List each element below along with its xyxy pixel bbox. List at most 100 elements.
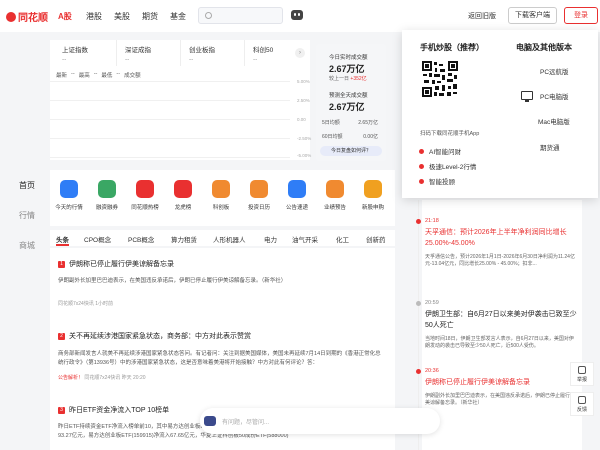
pc-title: 电脑及其他版本 [516,43,572,52]
search-input[interactable] [198,7,283,24]
announcement-icon [288,180,306,198]
sidenav-item-mall[interactable]: 商城 [19,240,49,251]
quick-entry-dragon-tiger[interactable]: 龙虎榜 [162,180,204,211]
sidenav-item-home[interactable]: 首页 [19,180,49,191]
quick-entry-announcements[interactable]: 公告速递 [276,180,318,211]
quick-entry-label: 科创板 [212,205,230,211]
live-body: 伊朗副外长加里巴巴迪表示，在美国违反承诺后，伊朗已停止履行伊美谅解备忘录。（新华… [425,392,576,407]
live-item[interactable]: 21:18 天孚通信：预计2026年上半年净利润同比增长25.00%-45.00… [425,218,577,269]
news-title-text: 伊朗称已停止履行伊美谅解备忘录 [69,261,174,268]
tab-power[interactable]: 电力 [264,234,277,244]
news-body: 伊朗副外长加里巴巴迪表示，在美国违反承诺后，伊朗已停止履行伊美谅解备忘录。（新华… [58,278,287,284]
news-tag[interactable]: 公告解析！ [58,375,83,381]
tab-innovative-drugs[interactable]: 创新药 [366,234,386,244]
compare-value: +352亿 [350,76,367,82]
margin-icon [98,180,116,198]
report-button[interactable]: 举报 [570,362,594,386]
feature-label: 极速Level-2行情 [429,164,477,171]
timeline-dot [416,369,421,374]
live-item[interactable]: 20:36 伊朗称已停止履行伊美谅解备忘录 伊朗副外长加里巴巴迪表示，在美国违反… [425,368,577,408]
grid-line [50,81,290,82]
quick-entry-label: 投资日历 [247,205,270,211]
hot-list-icon [136,180,154,198]
index-name[interactable]: 深证成指 [125,44,151,54]
live-title: 伊朗卫生部：自6月27日以来美对伊袭击已致至少50人死亡 [425,311,577,329]
quick-entry-earnings-preview[interactable]: 业绩预告 [314,180,356,211]
tab-pcb[interactable]: PCB概念 [128,234,154,244]
pc-version-link[interactable]: PC电脑版 [540,91,569,101]
chevron-right-icon[interactable]: › [295,48,305,58]
feature-item: 智能投顾 [419,176,455,186]
live-title: 天孚通信：预计2026年上半年净利润同比增长25.00%-45.00% [425,229,567,247]
search-icon [205,12,212,19]
news-title: 2 关不再延续涉港国家紧急状态，商务部：中方对此表示赞赏 [58,331,383,341]
index-value: -- [253,56,258,63]
calendar-icon [250,180,268,198]
rank-badge: 2 [58,332,65,340]
logo-text: 同花顺 [18,13,48,24]
sidenav-item-quotes[interactable]: 行情 [19,210,49,221]
index-name[interactable]: 科创50 [253,44,273,54]
quick-entry-calendar[interactable]: 投资日历 [238,180,280,211]
timeline-dot [416,219,421,224]
login-button[interactable]: 登录 [564,7,598,24]
nav-us-stocks[interactable]: 美股 [114,11,142,22]
turnover-card: 今日实时成交额 2.67万亿 较上一日 +352亿 预测全天成交额 2.67万亿… [316,44,386,161]
ask-placeholder: 有问题，尽管问... [222,420,270,426]
index-name[interactable]: 上证指数 [62,44,88,54]
qr-code [422,61,458,97]
logo[interactable]: 同花顺 [6,9,48,24]
quick-entry-label: 新股申购 [361,205,384,211]
quick-entry-hot-list[interactable]: 同花顺热榜 [124,180,166,211]
news-meta: 同花顺7x24快讯 1小时前 [58,300,114,307]
index-name[interactable]: 创业板指 [189,44,215,54]
tab-compute-lease[interactable]: 算力租赁 [171,234,197,244]
live-feed: 21:18 天孚通信：预计2026年上半年净利润同比增长25.00%-45.00… [422,200,582,450]
news-title-text: 昨日ETF资金净流入TOP 10榜单 [69,407,170,414]
avg-row: 5日均额 2.65万亿 [322,119,378,126]
tab-chemical[interactable]: 化工 [336,234,349,244]
nav-hk-stocks[interactable]: 港股 [86,11,114,22]
logo-icon [6,11,16,22]
market-icon [60,180,78,198]
index-value: -- [189,56,194,63]
live-title: 伊朗称已停止履行伊美谅解备忘录 [425,379,530,386]
dragon-tiger-icon [174,180,192,198]
quick-entry-ipo[interactable]: 新股申购 [352,180,394,211]
ai-assistant-icon[interactable] [291,10,303,20]
pc-version-link[interactable]: 期货通 [540,142,560,152]
tab-cpo[interactable]: CPO概念 [84,234,111,244]
nav-funds[interactable]: 基金 [170,11,198,22]
feature-item: 极速Level-2行情 [419,161,476,171]
report-icon [578,366,586,374]
pc-version-link[interactable]: PC远航版 [540,66,569,76]
bullet-icon [419,178,424,184]
feedback-button[interactable]: 反馈 [570,392,594,416]
divider [244,40,245,66]
ask-bar[interactable]: 有问题，尽管问... [200,408,440,434]
quick-entry-today-market[interactable]: 今天的行情 [48,180,90,211]
quick-entry-margin[interactable]: 融资融券 [86,180,128,211]
avg-row-value: 0.00亿 [363,134,378,140]
tab-oil-gas[interactable]: 油气开采 [292,234,318,244]
divider [116,40,117,66]
old-version-link[interactable]: 返回旧版 [468,11,496,21]
quick-entry-star-market[interactable]: 科创板 [200,180,242,211]
review-button[interactable]: 今日复盘如何评？ [320,146,382,156]
star-market-icon [212,180,230,198]
feature-label: 智能投顾 [429,179,455,186]
news-item[interactable]: 1 伊朗称已停止履行伊美谅解备忘录 伊朗副外长加里巴巴迪表示，在美国违反承诺后，伊… [58,259,383,307]
intraday-chart[interactable]: 5.00% 2.50% 0.00 -2.50% -5.00% [50,77,311,160]
news-item[interactable]: 2 关不再延续涉港国家紧急状态，商务部：中方对此表示赞赏 商务部新闻发言人就美不再… [58,331,383,381]
nav-futures[interactable]: 期货 [142,11,170,22]
pc-version-link[interactable]: Mac电脑版 [538,116,570,126]
live-item[interactable]: 20:59 伊朗卫生部：自6月27日以来美对伊袭击已致至少50人死亡 当地时间1… [425,300,577,351]
download-client-button[interactable]: 下载客户端 [508,7,557,24]
grid-line [50,100,290,101]
tab-humanoid-robot[interactable]: 人形机器人 [213,234,246,244]
nav-a-shares[interactable]: A股 [58,11,86,22]
tab-headlines[interactable]: 头条 [56,234,69,244]
monitor-icon [521,91,533,102]
quick-entry-label: 业绩预告 [323,205,346,211]
quick-entries: 今天的行情 融资融券 同花顺热榜 龙虎榜 科创板 投资日历 公告速递 业绩预告 … [50,170,395,226]
